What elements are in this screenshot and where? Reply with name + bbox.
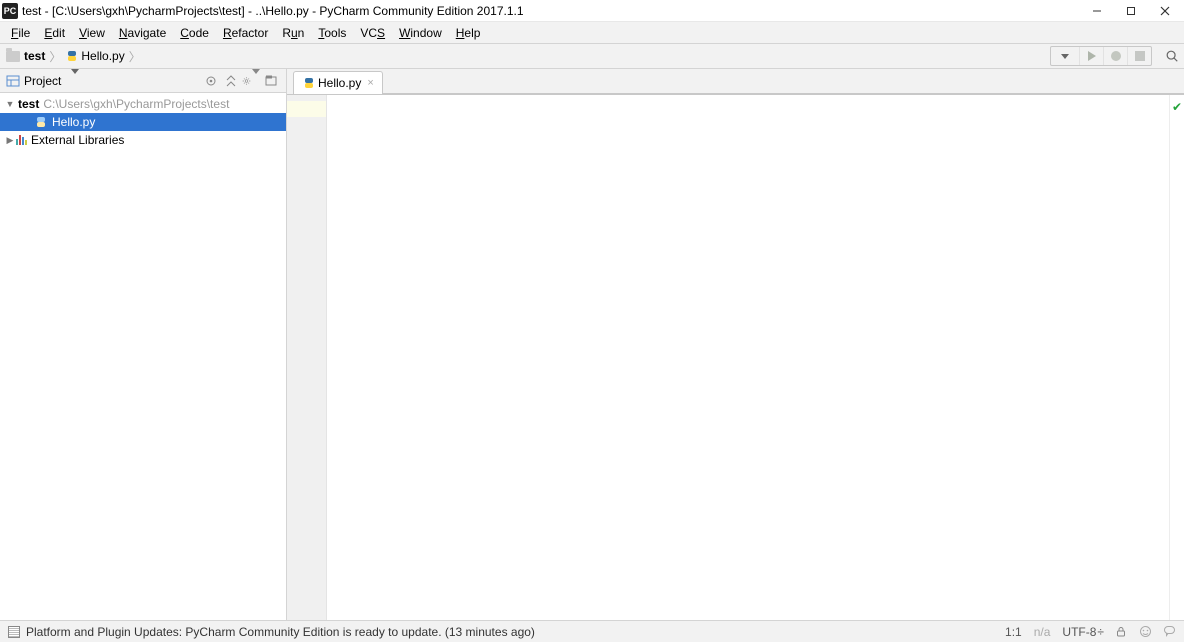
tree-external-libraries-node[interactable]: ▶ External Libraries bbox=[0, 131, 286, 149]
debug-button[interactable] bbox=[1103, 47, 1127, 65]
bug-icon bbox=[1111, 51, 1121, 61]
editor-tab-label: Hello.py bbox=[318, 76, 361, 90]
breadcrumb-item[interactable]: Hello.py bbox=[65, 49, 124, 63]
notifications-button[interactable] bbox=[1162, 625, 1176, 639]
tree-node-label: External Libraries bbox=[31, 133, 124, 147]
search-icon bbox=[1165, 49, 1179, 63]
read-only-toggle[interactable] bbox=[1114, 625, 1128, 639]
tree-node-label: Hello.py bbox=[52, 115, 95, 129]
python-file-icon bbox=[302, 76, 316, 90]
menu-tools[interactable]: Tools bbox=[311, 24, 353, 42]
breadcrumb-label: Hello.py bbox=[81, 49, 124, 63]
panel-settings-button[interactable] bbox=[242, 72, 260, 90]
run-config-dropdown[interactable] bbox=[1051, 47, 1079, 65]
stop-button[interactable] bbox=[1127, 47, 1151, 65]
menu-edit[interactable]: Edit bbox=[37, 24, 72, 42]
dropdown-icon bbox=[252, 69, 260, 88]
status-message-text: Platform and Plugin Updates: PyCharm Com… bbox=[26, 625, 535, 639]
window-close-button[interactable] bbox=[1148, 1, 1182, 21]
project-panel-title: Project bbox=[24, 74, 61, 88]
menu-refactor[interactable]: Refactor bbox=[216, 24, 275, 42]
breadcrumb-label: test bbox=[24, 49, 45, 63]
editor-tab[interactable]: Hello.py × bbox=[293, 71, 383, 95]
current-line-highlight bbox=[287, 101, 326, 117]
gear-icon bbox=[242, 74, 251, 88]
menu-navigate[interactable]: Navigate bbox=[112, 24, 173, 42]
expand-arrow-icon[interactable]: ▶ bbox=[4, 135, 16, 146]
window-minimize-button[interactable] bbox=[1080, 1, 1114, 21]
python-file-icon bbox=[65, 49, 79, 63]
run-button[interactable] bbox=[1079, 47, 1103, 65]
expand-arrow-icon[interactable]: ▼ bbox=[4, 99, 16, 109]
editor-gutter[interactable] bbox=[287, 95, 327, 620]
inspection-indicator[interactable] bbox=[1138, 625, 1152, 639]
dropdown-icon bbox=[1061, 54, 1069, 59]
file-encoding[interactable]: UTF-8÷ bbox=[1062, 625, 1104, 639]
menu-help[interactable]: Help bbox=[449, 24, 488, 42]
menu-run[interactable]: Run bbox=[275, 24, 311, 42]
tree-file-node[interactable]: Hello.py bbox=[0, 113, 286, 131]
notification-icon bbox=[8, 626, 20, 638]
target-icon bbox=[204, 74, 218, 88]
menu-window[interactable]: Window bbox=[392, 24, 449, 42]
stop-icon bbox=[1135, 51, 1145, 61]
menu-file[interactable]: File bbox=[4, 24, 37, 42]
autoscroll-to-source-button[interactable] bbox=[202, 72, 220, 90]
editor-area: Hello.py × ✔ bbox=[287, 69, 1184, 620]
line-separator[interactable]: n/a bbox=[1034, 625, 1051, 639]
collapse-all-button[interactable] bbox=[222, 72, 240, 90]
tree-node-label: test bbox=[18, 97, 39, 111]
menubar: File Edit View Navigate Code Refactor Ru… bbox=[0, 22, 1184, 44]
dropdown-icon bbox=[71, 69, 79, 88]
window-maximize-button[interactable] bbox=[1114, 1, 1148, 21]
project-view-dropdown[interactable] bbox=[71, 74, 79, 88]
breadcrumb-separator-icon: 〉 bbox=[49, 48, 61, 65]
breadcrumb-item[interactable]: test bbox=[6, 49, 45, 63]
project-panel-header: Project bbox=[0, 69, 286, 93]
collapse-icon bbox=[224, 74, 238, 88]
speech-bubble-icon bbox=[1163, 625, 1176, 638]
external-libraries-icon bbox=[16, 135, 27, 145]
python-file-icon bbox=[34, 115, 48, 129]
lock-icon bbox=[1115, 626, 1127, 638]
no-errors-check-icon: ✔ bbox=[1172, 100, 1182, 114]
code-editor[interactable] bbox=[327, 95, 1170, 620]
menu-vcs[interactable]: VCS bbox=[353, 24, 392, 42]
menu-code[interactable]: Code bbox=[173, 24, 216, 42]
play-icon bbox=[1088, 51, 1096, 61]
run-toolbar bbox=[1050, 46, 1152, 66]
window-title: test - [C:\Users\gxh\PycharmProjects\tes… bbox=[22, 4, 1080, 18]
breadcrumb-separator-icon: 〉 bbox=[129, 48, 141, 65]
search-everywhere-button[interactable] bbox=[1160, 49, 1184, 63]
menu-view[interactable]: View bbox=[72, 24, 112, 42]
error-stripe[interactable]: ✔ bbox=[1170, 95, 1184, 620]
app-icon: PC bbox=[2, 3, 18, 19]
project-tool-window: Project ▼ test C:\Users\gxh\Pycharm bbox=[0, 69, 287, 620]
window-titlebar: PC test - [C:\Users\gxh\PycharmProjects\… bbox=[0, 0, 1184, 22]
project-tool-icon bbox=[6, 74, 20, 88]
hide-panel-button[interactable] bbox=[262, 72, 280, 90]
status-bar: Platform and Plugin Updates: PyCharm Com… bbox=[0, 620, 1184, 642]
navigation-bar: test 〉 Hello.py 〉 bbox=[0, 44, 1184, 69]
hide-icon bbox=[264, 74, 278, 88]
close-tab-button[interactable]: × bbox=[367, 77, 373, 89]
inspector-icon bbox=[1139, 625, 1152, 638]
cursor-position[interactable]: 1:1 bbox=[1005, 625, 1022, 639]
tree-node-path: C:\Users\gxh\PycharmProjects\test bbox=[43, 97, 229, 111]
project-tree[interactable]: ▼ test C:\Users\gxh\PycharmProjects\test… bbox=[0, 93, 286, 620]
folder-icon bbox=[6, 51, 20, 62]
tree-root-node[interactable]: ▼ test C:\Users\gxh\PycharmProjects\test bbox=[0, 95, 286, 113]
status-message[interactable]: Platform and Plugin Updates: PyCharm Com… bbox=[8, 625, 993, 639]
editor-tabstrip: Hello.py × bbox=[287, 69, 1184, 94]
